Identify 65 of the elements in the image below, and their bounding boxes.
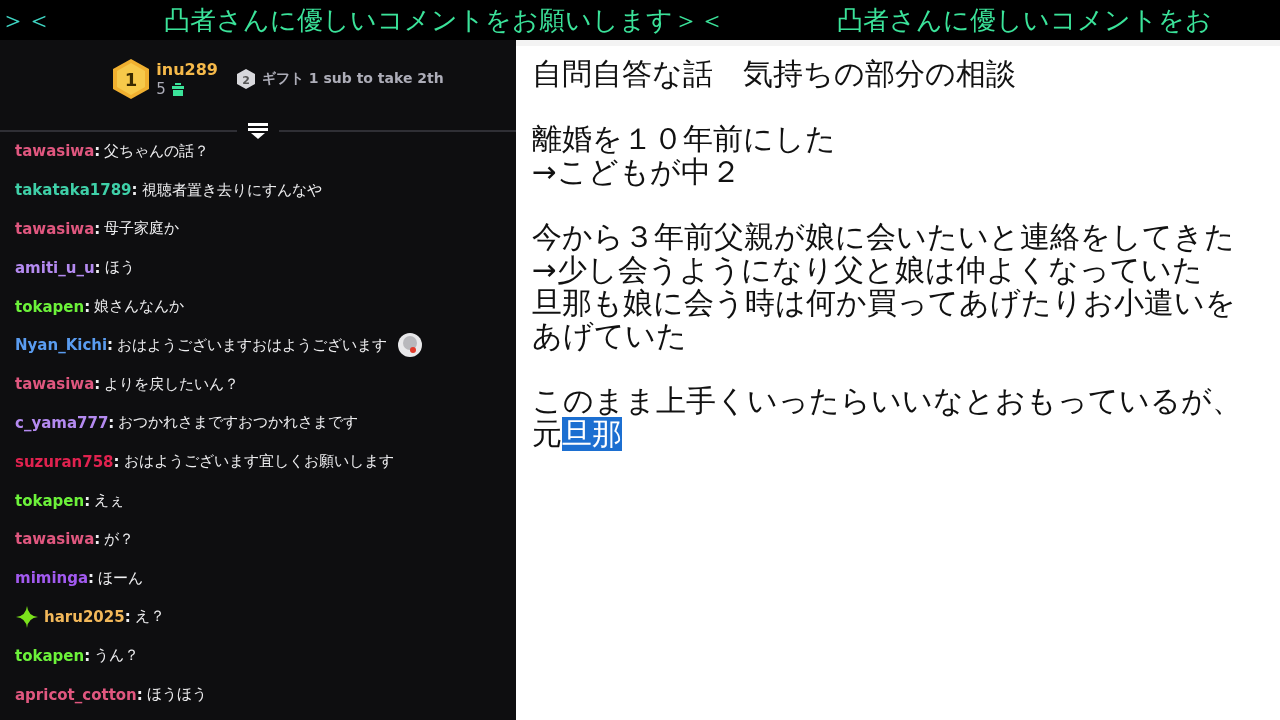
chat-username[interactable]: Nyan_Kichi [15, 336, 108, 355]
chat-username[interactable]: tawasiwa [15, 530, 95, 549]
chat-username[interactable]: tawasiwa [15, 142, 95, 161]
ticker-text: ＞＜ [0, 4, 52, 37]
colon: : [136, 685, 143, 704]
colon: : [113, 452, 120, 471]
colon: : [94, 220, 101, 238]
gift-count: 5 [156, 80, 166, 98]
collapse-icon[interactable] [247, 122, 269, 140]
top-gifter-name: inu289 [156, 60, 218, 80]
gift-icon [170, 82, 185, 96]
document-text: →少し会うようになり父と娘は仲よくなっていた [532, 253, 1203, 287]
chat-message: おつかれさまですおつかれさまです [118, 413, 359, 433]
chat-message: 娘さんなんか [94, 297, 185, 317]
chat-message: 母子家庭か [104, 219, 180, 239]
chat-username[interactable]: miminga [15, 569, 89, 588]
chat-message: おはようございますおはようございます [117, 335, 388, 355]
chat-username[interactable]: takataka1789 [15, 181, 132, 200]
chat-username[interactable]: apricot_cotton [15, 685, 137, 704]
colon: : [94, 375, 101, 394]
document-text: 旦那も娘に会う時は何か買ってあげたりお小遣いを [532, 286, 1236, 320]
chat-username[interactable]: c_yama777 [15, 413, 109, 432]
colon: : [94, 258, 101, 277]
chat-username[interactable]: tawasiwa [15, 375, 95, 394]
chat-message: ほうほう [146, 685, 207, 705]
colon: : [88, 569, 95, 588]
colon: : [84, 491, 91, 510]
document-text: →こどもが中２ [532, 155, 741, 189]
gift-goal-text: ギフト 1 sub to take 2th [261, 70, 444, 88]
colon: : [131, 181, 138, 200]
chat-message: よりを戻したいん？ [104, 374, 240, 394]
chat-username[interactable]: tawasiwa [15, 220, 95, 238]
chat-message: ほう [104, 258, 135, 278]
colon: : [84, 646, 91, 665]
chat-username[interactable]: tokapen [15, 646, 85, 665]
colon: : [84, 297, 91, 316]
chat-message: え？ [134, 607, 165, 627]
colon: : [108, 413, 115, 432]
chat-message: おはようございます宜しくお願いします [123, 452, 394, 472]
document-text: あげていた [532, 319, 687, 353]
chat-username[interactable]: tokapen [15, 491, 85, 510]
chat-message: 父ちゃんの話？ [104, 141, 210, 161]
chat-message: ほーん [98, 568, 144, 588]
chat-message: が？ [104, 529, 135, 549]
chat-message: えぇ [94, 491, 125, 511]
chat-username[interactable]: suzuran758 [15, 452, 114, 471]
colon: : [94, 530, 101, 549]
rank-badge-icon: 1 [112, 58, 151, 100]
selected-text: 旦那 [562, 417, 622, 451]
colon: : [107, 336, 114, 355]
rank-badge-icon: 2 [235, 68, 256, 90]
chat-message: 視聴者置き去りにすんなや [141, 180, 322, 200]
colon: : [124, 607, 131, 626]
ticker-text: 凸者さんに優しいコメントをお願いします＞＜ [164, 4, 725, 37]
chat-message: うん？ [94, 646, 140, 666]
document-text: 今から３年前父親が娘に会いたいと連絡をしてきた [532, 220, 1235, 254]
document-text: 元 [532, 417, 562, 451]
ticker-text: 凸者さんに優しいコメントをお [837, 4, 1212, 37]
chat-username[interactable]: amiti_u_u [15, 258, 95, 277]
chat-username[interactable]: tokapen [15, 297, 85, 316]
chat-username[interactable]: haru2025 [44, 607, 125, 626]
document-text: 自問自答な話 気持ちの部分の相談 [532, 57, 1016, 91]
document-text: 離婚を１０年前にした [532, 122, 836, 156]
colon: : [94, 142, 101, 161]
document-text: このまま上手くいったらいいなとおもっているが、 [532, 384, 1242, 418]
